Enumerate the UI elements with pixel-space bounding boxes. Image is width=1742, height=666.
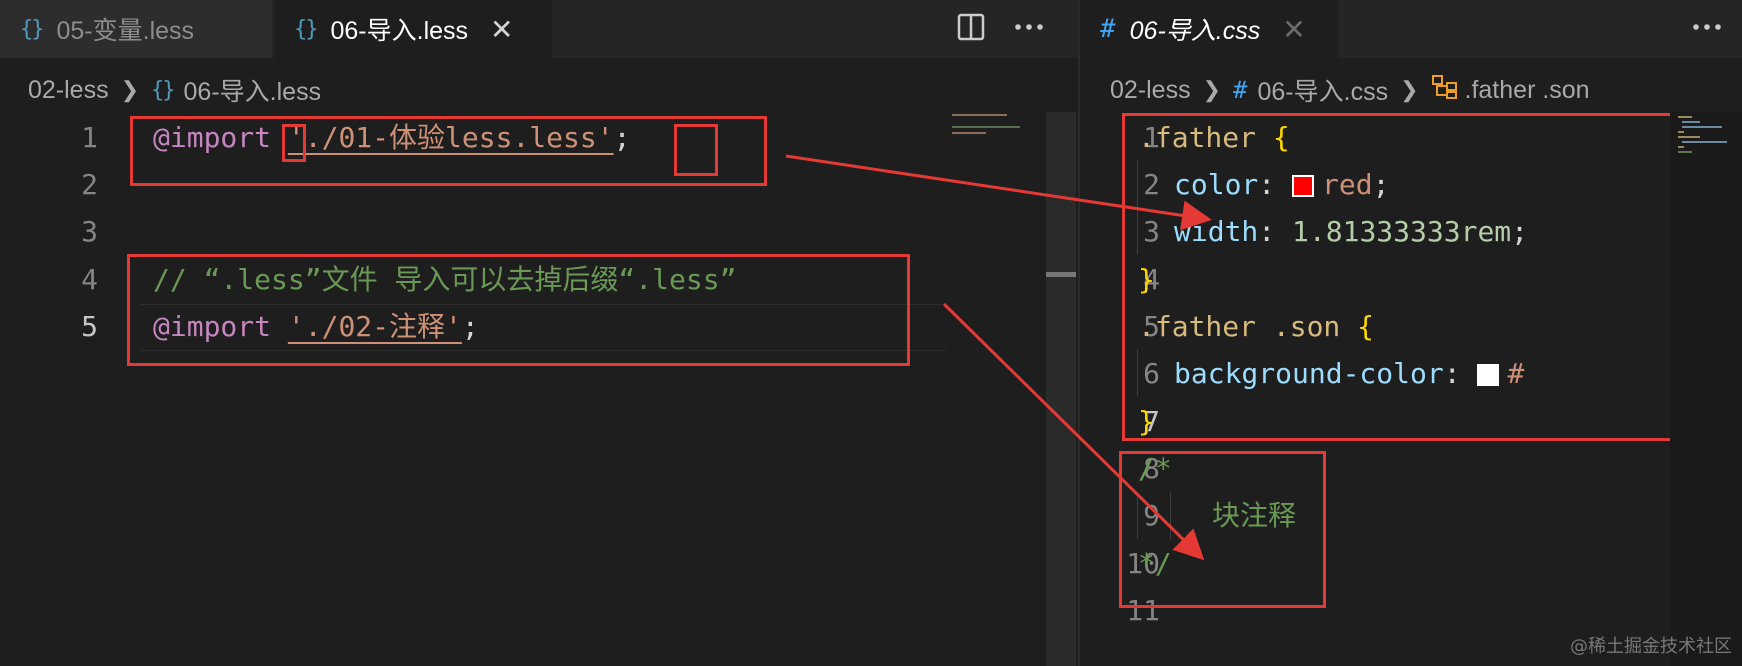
right-editor-pane: # 06-导入.css ✕ 02-less ❯ # 06-导入.css ❯ .f… <box>1080 0 1742 666</box>
less-file-icon: {} <box>294 16 318 42</box>
more-actions-icon[interactable] <box>1690 12 1724 49</box>
vertical-scrollbar[interactable] <box>1670 112 1742 666</box>
tab-label: 06-导入.less <box>330 17 469 45</box>
vertical-scrollbar[interactable] <box>1046 112 1076 666</box>
minimap[interactable] <box>1676 116 1736 156</box>
line-number: 5 <box>81 310 98 343</box>
tab-06-import-less[interactable]: {} 06-导入.less ✕ <box>274 0 552 58</box>
tab-label: 05-变量.less <box>56 17 195 45</box>
breadcrumb: 02-less ❯ {} 06-导入.less <box>28 70 321 110</box>
line-number: 4 <box>81 263 98 296</box>
line-number: 2 <box>81 168 98 201</box>
breadcrumb-folder[interactable]: 02-less <box>28 76 109 105</box>
annotation-box-semicolon <box>674 124 718 176</box>
chevron-right-icon: ❯ <box>120 77 140 102</box>
line-number: 3 <box>81 215 98 248</box>
line-number: 1 <box>81 121 98 154</box>
annotation-box-css-rules <box>1122 113 1742 441</box>
left-editor-pane: {} 05-变量.less {} 06-导入.less ✕ 02-less ❯ … <box>0 0 1078 666</box>
more-actions-icon[interactable] <box>1012 12 1046 49</box>
minimap[interactable] <box>950 112 1020 152</box>
left-tab-bar: {} 05-变量.less {} 06-导入.less ✕ <box>0 0 1078 58</box>
watermark: @稀土掘金技术社区 <box>1570 636 1732 657</box>
close-icon[interactable]: ✕ <box>490 13 513 46</box>
annotation-box-import-1 <box>130 116 767 186</box>
less-file-icon: {} <box>20 16 44 42</box>
annotation-box-comment <box>1119 451 1326 608</box>
annotation-box-import-2 <box>127 254 910 366</box>
tab-05-variables-less[interactable]: {} 05-变量.less <box>0 0 272 58</box>
less-file-icon: {} <box>151 77 175 103</box>
annotation-box-space <box>282 124 306 162</box>
breadcrumb-file[interactable]: 06-导入.less <box>184 72 322 108</box>
split-editor-icon[interactable] <box>956 12 986 49</box>
